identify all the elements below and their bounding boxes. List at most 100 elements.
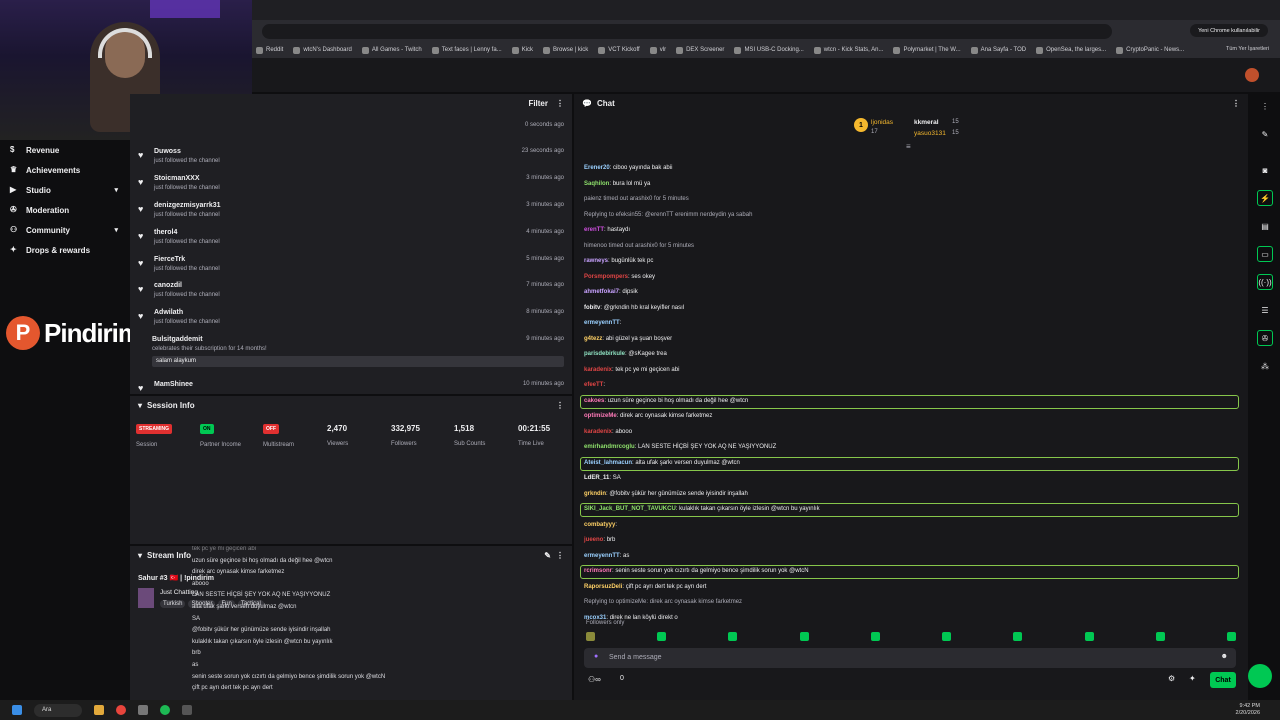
bookmark-item[interactable]: vlr [649,46,666,54]
chat-username[interactable]: optimizeMe [584,413,617,419]
bookmark-item[interactable]: Reddit [256,46,283,54]
bookmark-item[interactable]: CryptoPanic - News... [1116,46,1184,54]
bookmark-item[interactable]: Browse | kick [543,46,588,54]
leader-name[interactable]: yasuo3131 [914,130,946,137]
taskbar-search[interactable]: Ara [34,703,82,717]
broadcast-icon[interactable]: ((·)) [1257,274,1273,290]
sidebar-item-moderation[interactable]: ✇ Moderation [0,200,128,220]
clipboard-icon[interactable]: ▤ [1257,218,1273,234]
pin-icon[interactable]: ≡ [906,142,911,151]
activity-username[interactable]: MamShinee [154,381,193,388]
chevron-down-icon[interactable]: ▾ [114,186,118,194]
bookmark-item[interactable]: MSI USB-C Docking... [734,46,804,54]
emote-icon[interactable] [1084,632,1094,641]
chat-username[interactable]: ahmetfokai7 [584,289,619,295]
chat-username[interactable]: cakoes [584,398,604,404]
nodes-icon[interactable]: ⁂ [1257,358,1273,374]
more-icon[interactable]: ⋮ [556,401,564,410]
chat-icon[interactable]: ▭ [1257,246,1273,262]
chevron-down-icon[interactable]: ▾ [114,226,118,234]
help-fab[interactable] [1248,664,1272,688]
chat-username[interactable]: erenTT [584,227,604,233]
wrench-icon[interactable]: ✇ [1257,330,1273,346]
chat-username[interactable]: ermeyennTT [584,553,620,559]
emote-icon[interactable] [657,632,667,641]
address-bar[interactable] [262,24,1112,39]
bookmark-item[interactable]: Polymarket | The W... [893,46,961,54]
settings-icon[interactable]: ⚙ [1168,674,1175,683]
users-icon[interactable]: ⚇∞ [588,675,601,684]
chat-send-button[interactable]: Chat [1210,672,1236,688]
server-icon[interactable]: ☰ [1257,302,1273,318]
emote-icon[interactable] [728,632,738,641]
activity-username[interactable]: StoicmanXXX [154,175,200,182]
sidebar-item-achievements[interactable]: ♛ Achievements [0,160,128,180]
clock[interactable]: 9:42 PM 2/20/2026 [1236,703,1260,717]
emote-picker-icon[interactable]: ☻ [1221,653,1228,660]
chat-username[interactable]: efeeTT [584,382,603,388]
all-bookmarks-link[interactable]: Tüm Yer İşaretleri [1226,46,1269,52]
emote-icon[interactable] [870,632,880,641]
chat-username[interactable]: karadenix [584,429,612,435]
emote-icon[interactable] [942,632,952,641]
windows-start-icon[interactable] [12,705,22,715]
chat-username[interactable]: RaporsuzDeli [584,584,622,590]
bookmark-item[interactable]: All Games - Twitch [361,46,422,54]
emote-icon[interactable] [1226,632,1236,641]
chrome-update-button[interactable]: Yeni Chrome kullanılabilir [1190,24,1268,37]
chat-input[interactable]: ● Send a message ☻ [584,648,1236,668]
app-icon[interactable] [182,705,192,715]
more-icon[interactable]: ⋮ [556,99,564,108]
spotify-icon[interactable] [160,705,170,715]
bookmark-item[interactable]: Kick [511,46,533,54]
chat-username[interactable]: grkndin [584,491,606,497]
activity-username[interactable]: canozdil [154,282,182,289]
tag-chip[interactable]: Turkish [160,600,186,608]
stream-collapse-icon[interactable]: ▾ [138,551,142,560]
chat-username[interactable]: Saqhilon [584,181,609,187]
activity-username[interactable]: Duwoss [154,148,181,155]
multistream-off-badge[interactable]: OFF [263,424,279,434]
activity-username[interactable]: therol4 [154,229,177,236]
partner-on-badge[interactable]: ON [200,424,214,434]
chat-username[interactable]: SIKI_Jack_BUT_NOT_TAVUKCU [584,506,676,512]
leader-name[interactable]: ljonidas [871,119,893,126]
activity-username[interactable]: Bulsitgaddemit [152,336,203,343]
chat-username[interactable]: Ateist_lahmacun [584,460,632,466]
emote-icon[interactable] [1155,632,1165,641]
bookmark-item[interactable]: OpenSea, the larges... [1036,46,1106,54]
activity-username[interactable]: FierceTrk [154,256,185,263]
leader-name[interactable]: kkmeral [914,119,939,126]
chat-username[interactable]: ermeyennTT [584,320,620,326]
chat-username[interactable]: combatyyy [584,522,615,528]
chat-username[interactable]: fobitv [584,305,600,311]
chat-username[interactable]: rcrimsonr [584,568,612,574]
chat-username[interactable]: Porsmpompers [584,274,628,280]
chat-username[interactable]: rawneys [584,258,608,264]
sidebar-item-community[interactable]: ⚇ Community ▾ [0,220,128,240]
pencil-icon[interactable]: ✎ [1257,126,1273,142]
chat-username[interactable]: LdER_11 [584,475,609,481]
explorer-icon[interactable] [94,705,104,715]
bookmark-item[interactable]: wtcn - Kick Stats, An... [813,46,883,54]
more-icon[interactable]: ⋮ [556,551,564,560]
more-icon[interactable]: ⋮ [1257,98,1273,114]
app-icon[interactable] [138,705,148,715]
lightning-icon[interactable]: ⚡ [1257,190,1273,206]
more-icon[interactable]: ⋮ [1232,99,1240,108]
gift-icon[interactable]: ✦ [1189,674,1196,683]
chat-username[interactable]: g4tezz [584,336,602,342]
mic-icon[interactable]: ● [594,653,598,660]
avatar[interactable] [1245,68,1259,82]
activity-username[interactable]: Adwilath [154,309,183,316]
chat-username[interactable]: parisdebirkule [584,351,625,357]
sidebar-item-studio[interactable]: ▶ Studio ▾ [0,180,128,200]
bookmark-item[interactable]: DEX Screener [676,46,724,54]
filter-button[interactable]: Filter [528,99,548,108]
camera-icon[interactable]: ◙ [1257,162,1273,178]
chrome-icon[interactable] [116,705,126,715]
bookmark-item[interactable]: wtcN's Dashboard [293,46,352,54]
bookmark-item[interactable]: Ana Sayfa - TOD [970,46,1026,54]
session-collapse-icon[interactable]: ▾ [138,401,142,410]
sidebar-item-drops-rewards[interactable]: ✦ Drops & rewards [0,240,128,260]
